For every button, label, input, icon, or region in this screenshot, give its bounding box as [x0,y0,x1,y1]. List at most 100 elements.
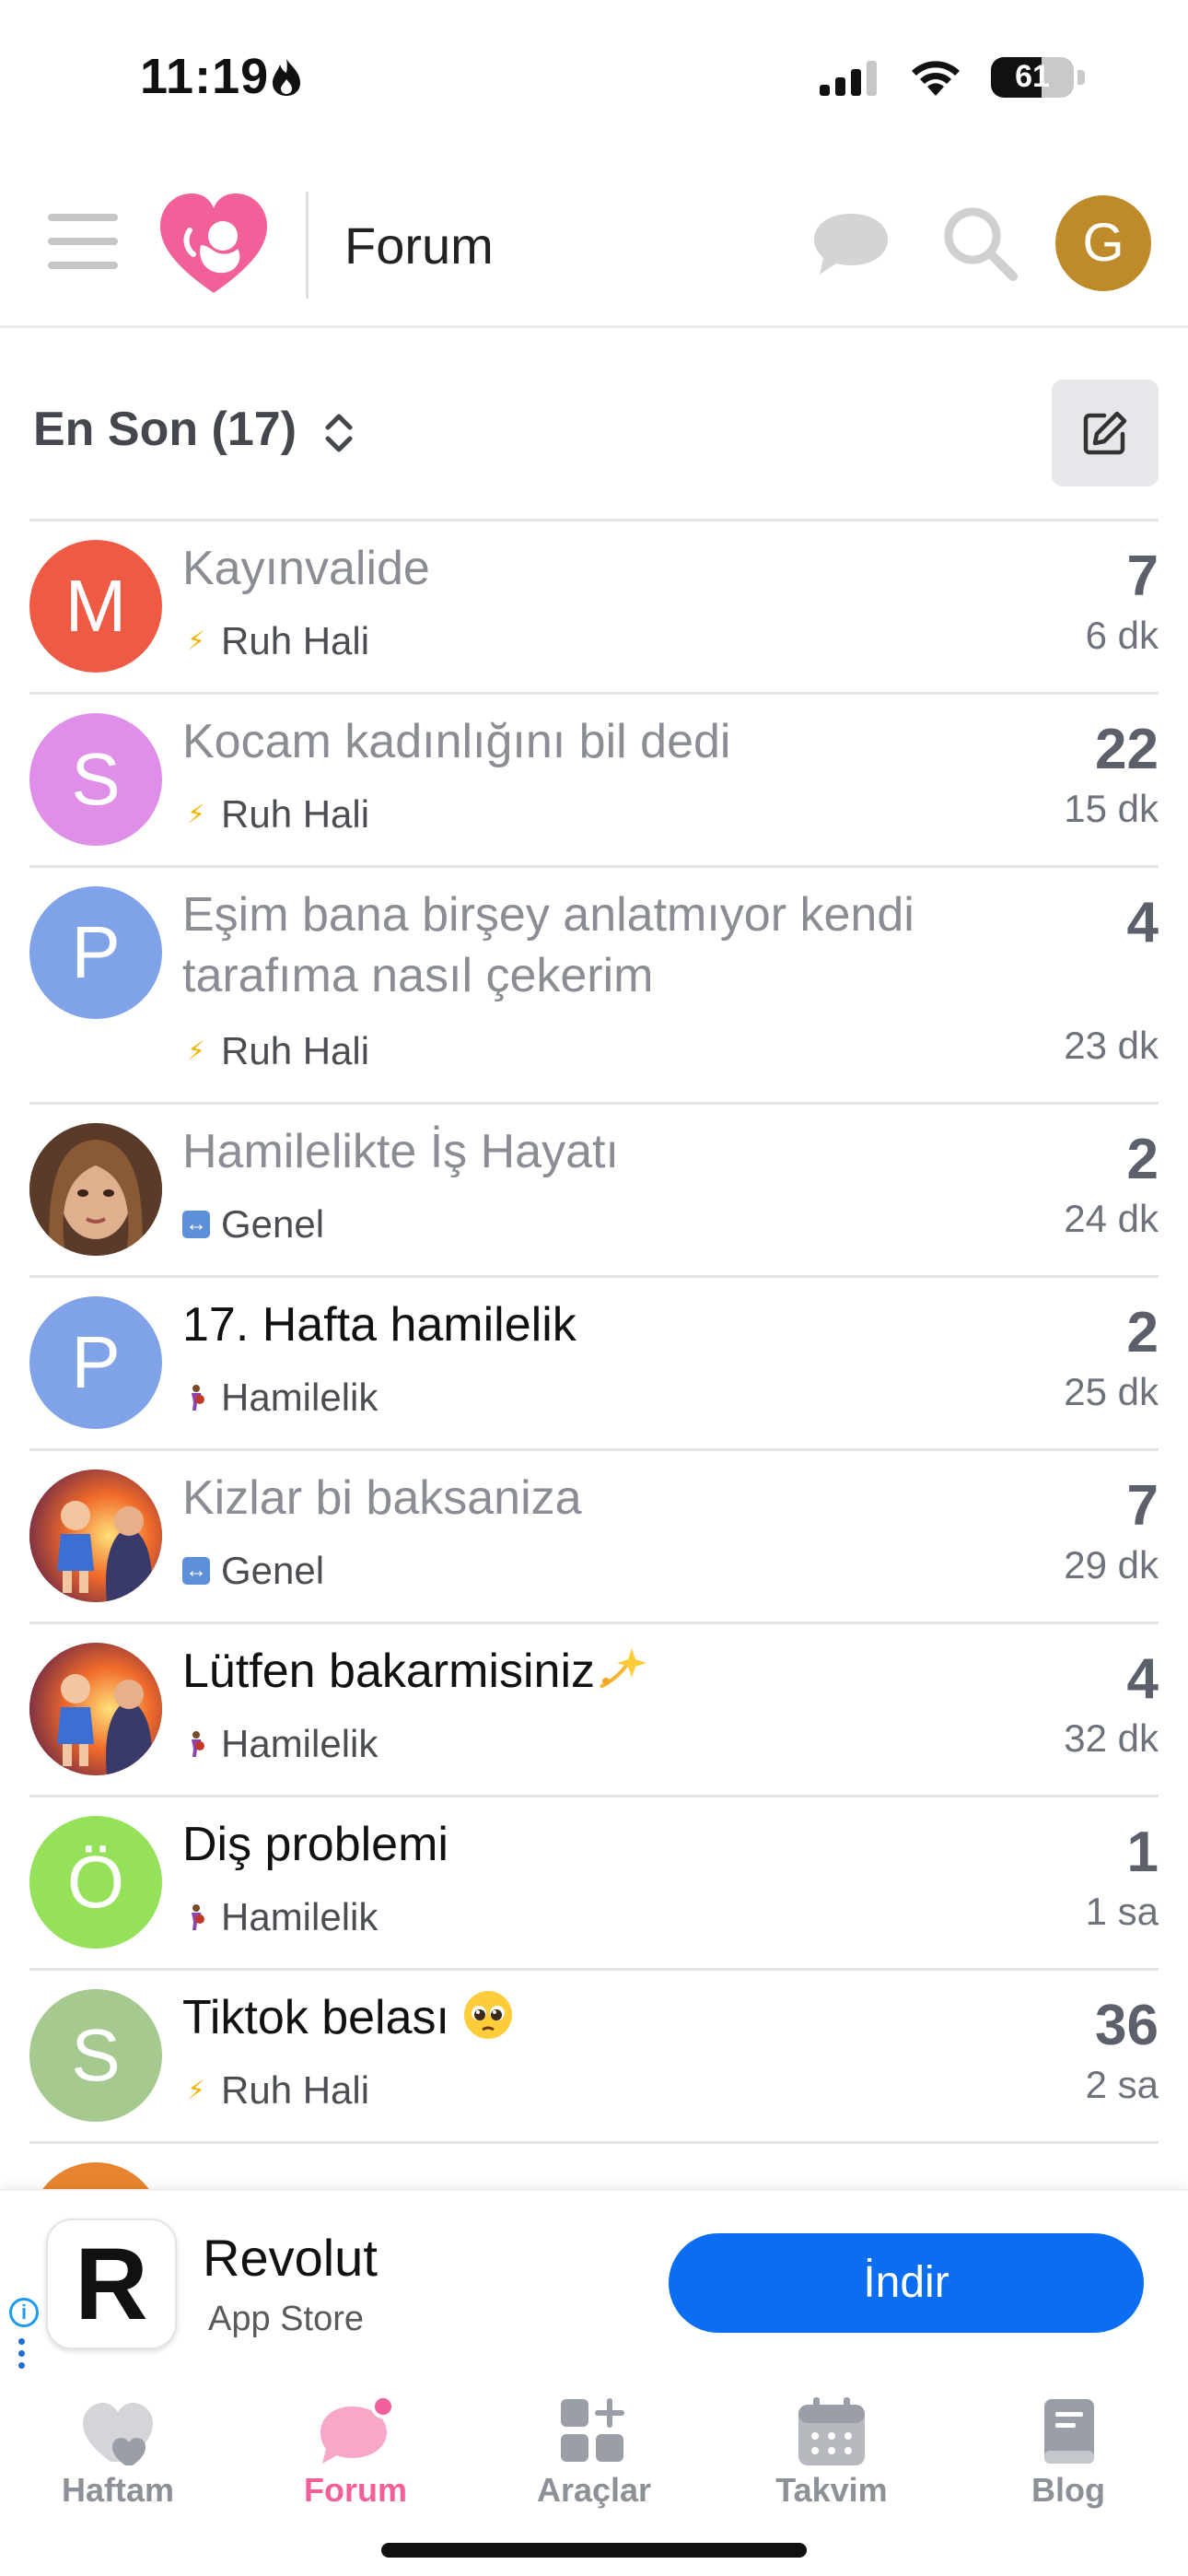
ad-subtitle: App Store [208,2300,364,2338]
tab-haftam[interactable]: Haftam [26,2386,210,2524]
topic-row[interactable]: S Kocam kadınlığını bil dedi ⚡ Ruh Hali 22 15… [29,692,1159,865]
topic-row[interactable]: Kizlar bi baksaniza ↔ Genel 7 29 dk [29,1448,1159,1622]
sort-row: En Son (17) [0,328,1188,520]
topic-time: 15 dk [1064,787,1159,830]
topic-category[interactable]: ↔ Genel [182,1202,324,1247]
tab-takvim[interactable]: Takvim [740,2386,924,2524]
reply-count: 7 [1126,544,1159,608]
new-topic-button[interactable] [1052,380,1159,486]
reply-count: 1 [1126,1821,1159,1884]
pleading-face-emoji-icon [449,1991,514,2044]
wifi-icon [912,61,960,96]
topic-title[interactable]: Lütfen bakarmisiniz [182,1641,919,1702]
tab-araclar[interactable]: Araçlar [502,2386,686,2524]
reply-count: 4 [1126,1647,1159,1711]
edit-pencil-icon [1083,411,1127,455]
tab-blog[interactable]: Blog [976,2386,1160,2524]
topic-author-avatar[interactable]: S [29,1989,162,2122]
pregnant-woman-icon [182,1903,210,1931]
topic-category[interactable]: ⚡ Ruh Hali [182,2068,369,2113]
topic-time: 23 dk [1064,1024,1159,1067]
ad-install-button[interactable]: İndir [669,2233,1144,2333]
topic-author-avatar[interactable]: S [29,713,162,846]
reply-count: 7 [1126,1474,1159,1538]
topic-row[interactable]: Ö Diş problemi Hamilelik 1 1 sa [29,1795,1159,1968]
ad-title[interactable]: Revolut [203,2228,378,2288]
book-icon [1044,2399,1094,2464]
topic-category[interactable]: ⚡ Ruh Hali [182,619,369,663]
chat-bubble-icon[interactable] [810,208,891,282]
calendar-icon [798,2397,865,2465]
topic-author-avatar[interactable]: M [29,540,162,673]
app-logo[interactable] [157,190,271,300]
tools-grid-icon [561,2398,624,2462]
topic-row[interactable]: P 17. Hafta hamilelik Hamilelik 2 25 dk [29,1275,1159,1448]
hamburger-menu-icon[interactable] [48,214,118,269]
sort-dropdown[interactable]: En Son (17) [33,402,297,457]
topic-row[interactable]: M Kayınvalide ⚡ Ruh Hali 7 6 dk [29,519,1159,692]
reply-count: 36 [1095,1994,1159,2057]
home-indicator [381,2543,807,2558]
topic-author-avatar[interactable] [29,1123,162,1256]
ad-info-icon[interactable]: i [9,2298,39,2327]
topic-author-avatar[interactable] [29,1469,162,1602]
page-title: Forum [344,217,494,275]
topic-category[interactable]: ⚡ Ruh Hali [182,792,369,837]
topic-row[interactable] [29,2141,1159,2295]
bolt-icon: ⚡ [187,1036,205,1065]
topic-row[interactable]: Lütfen bakarmisiniz Hamilelik 4 32 dk [29,1622,1159,1795]
topic-time: 6 dk [1085,614,1159,657]
reply-count: 22 [1095,718,1159,781]
topic-category[interactable]: ↔ Genel [182,1549,324,1593]
bolt-icon: ⚡ [187,626,205,655]
flame-icon [273,59,300,96]
topic-title[interactable]: Kizlar bi baksaniza [182,1468,919,1528]
topic-category[interactable]: Hamilelik [182,1895,378,1939]
ad-banner[interactable]: i R Revolut App Store İndir [0,2189,1188,2386]
pregnant-woman-icon [182,1384,210,1411]
left-right-arrows-icon: ↔ [182,1211,210,1238]
status-time: 11:19 [140,49,270,104]
pregnant-woman-icon [182,1730,210,1758]
topic-time: 29 dk [1064,1543,1159,1587]
topic-category[interactable]: Hamilelik [182,1722,378,1766]
topic-title[interactable]: Tiktok belası [182,1987,919,2048]
topic-title[interactable]: 17. Hafta hamilelik [182,1294,919,1355]
sparkle-emoji-icon [595,1645,646,1698]
topic-category[interactable]: ⚡ Ruh Hali [182,1029,369,1073]
tab-forum[interactable]: Forum [263,2386,448,2524]
topic-time: 32 dk [1064,1716,1159,1760]
topic-row[interactable]: S Tiktok belası ⚡ Ruh Hali 36 2 sa [29,1968,1159,2141]
topic-title[interactable]: Kayınvalide [182,538,919,599]
topic-author-avatar[interactable]: Ö [29,1816,162,1949]
app-header: Forum G [0,157,1188,328]
topic-author-avatar[interactable]: P [29,886,162,1019]
sort-chevron-icon[interactable] [319,407,359,459]
topic-author-avatar[interactable] [29,1643,162,1775]
search-icon[interactable] [938,201,1020,284]
battery-indicator: 61 [991,57,1074,98]
ad-options-icon[interactable] [18,2338,28,2374]
cellular-signal-icon [820,61,877,96]
topic-category[interactable]: Hamilelik [182,1376,378,1420]
forum-chat-icon [320,2395,394,2464]
topic-row[interactable]: P Eşim bana birşey anlatmıyor kendi taraf… [29,865,1159,1102]
topic-time: 25 dk [1064,1370,1159,1413]
topic-time: 1 sa [1085,1890,1159,1933]
topic-title[interactable]: Kocam kadınlığını bil dedi [182,711,919,772]
topic-list: M Kayınvalide ⚡ Ruh Hali 7 6 dk S Kocam kadınlı… [29,519,1159,2295]
topic-title[interactable]: Diş problemi [182,1814,919,1875]
bolt-icon: ⚡ [187,800,205,828]
user-avatar[interactable]: G [1055,195,1151,291]
ad-app-icon[interactable]: R [46,2219,177,2349]
left-right-arrows-icon: ↔ [182,1557,210,1585]
heart-icon [83,2403,153,2465]
reply-count: 2 [1126,1301,1159,1364]
topic-time: 2 sa [1085,2063,1159,2106]
topic-title[interactable]: Eşim bana birşey anlatmıyor kendi tarafı… [182,884,919,1006]
topic-author-avatar[interactable]: P [29,1296,162,1429]
topic-row[interactable]: Hamilelikte İş Hayatı ↔ Genel 2 24 dk [29,1102,1159,1275]
reply-count: 2 [1126,1128,1159,1191]
bolt-icon: ⚡ [187,2076,205,2104]
topic-title[interactable]: Hamilelikte İş Hayatı [182,1121,919,1182]
